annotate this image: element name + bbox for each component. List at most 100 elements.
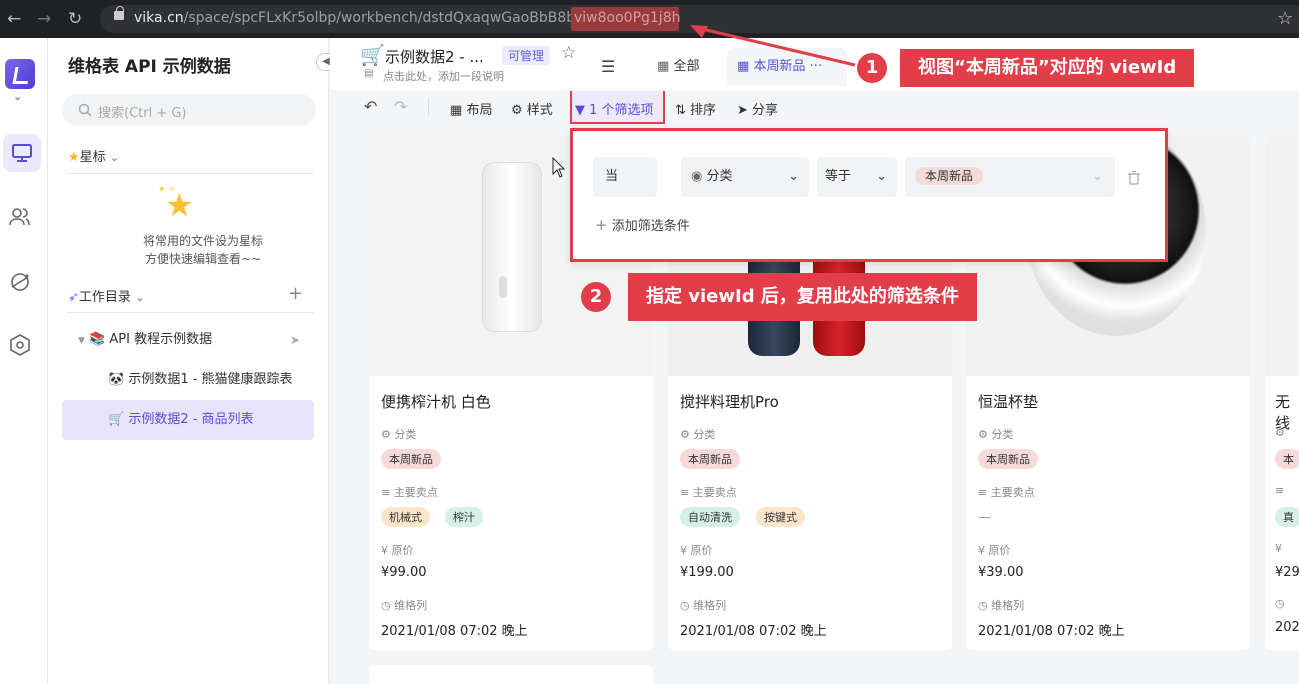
filter-conjunction[interactable]: 当: [593, 157, 657, 197]
share-label: 分享: [752, 103, 779, 118]
empty-star-text: 将常用的文件设为星标 方便快速编辑查看~~: [115, 232, 291, 268]
field-label-category: ⚙ 分类: [978, 428, 1014, 441]
point-tags: 自动清洗 按键式: [680, 507, 940, 527]
rocket-icon: ➶: [68, 290, 79, 305]
add-filter-label: 添加筛选条件: [611, 219, 690, 234]
settings-hexagon-icon[interactable]: [8, 333, 32, 357]
tag: 榨汁: [445, 507, 483, 527]
field-label-price: ¥ 原价: [680, 544, 713, 557]
points-empty: —: [978, 510, 991, 525]
grid-icon: ▦: [657, 59, 670, 74]
filter-panel: 当 ◉ 分类 ⌄ 等于 ⌄ 本周新品 ⌄ + 添加筛选条件: [570, 128, 1168, 262]
chevron-down-icon[interactable]: ⌄: [13, 90, 22, 103]
star-section-label: 星标: [79, 150, 106, 165]
field-label-time: ◷: [1275, 597, 1285, 610]
forward-arrow-icon[interactable]: →: [37, 9, 51, 29]
gallery-card-next-row[interactable]: [369, 665, 653, 684]
tag: 本周新品: [381, 449, 441, 469]
tree-item-label: 示例数据2 - 商品列表: [128, 412, 254, 427]
filter-field-select[interactable]: ◉ 分类 ⌄: [681, 157, 809, 197]
explore-icon[interactable]: [8, 270, 32, 294]
sort-label: 排序: [690, 103, 717, 118]
time-value: 2021/01/08 07:02 晚上: [978, 624, 1125, 639]
product-image: [1265, 136, 1299, 376]
field-label-category: ⚙ 分类: [381, 428, 417, 441]
trash-icon[interactable]: [1128, 171, 1140, 185]
url-host: vika.cn: [134, 10, 184, 26]
permission-badge: 可管理: [502, 46, 551, 65]
chevron-down-icon: ⌄: [109, 151, 120, 164]
field-label-category: ⚙ 分类: [680, 428, 716, 441]
category-tags: 本周新品: [381, 449, 641, 469]
style-button[interactable]: ⚙ 样式: [511, 99, 553, 118]
cart-icon: 🛒: [360, 43, 385, 67]
view-list-icon[interactable]: ☰: [601, 57, 615, 76]
lock-icon: [114, 6, 124, 20]
add-node-icon[interactable]: +: [288, 283, 303, 304]
field-label-price: ¥: [1275, 542, 1282, 555]
share-button[interactable]: ➤ 分享: [737, 99, 778, 118]
add-filter-button[interactable]: + 添加筛选条件: [595, 215, 690, 234]
share-icon: ➤: [737, 103, 748, 118]
sheet-description[interactable]: 点击此处，添加一段说明: [383, 68, 504, 84]
search-placeholder: 搜索(Ctrl + G): [98, 106, 187, 121]
style-label: 样式: [526, 103, 553, 118]
members-icon[interactable]: [8, 205, 32, 229]
vika-logo-icon[interactable]: [5, 59, 35, 89]
time-value: 2021/01/08 07:02 晚上: [680, 624, 827, 639]
reload-icon[interactable]: ↻: [68, 9, 82, 29]
chevron-down-icon: ⌄: [876, 169, 887, 184]
star-section-header[interactable]: ★星标 ⌄: [68, 146, 119, 165]
bookmark-star-icon[interactable]: ☆: [1277, 8, 1293, 29]
tree-item-label: API 教程示例数据: [109, 332, 213, 347]
mouse-cursor-icon: [552, 157, 566, 178]
sort-button[interactable]: ⇅ 排序: [675, 99, 716, 118]
price-value: ¥99.00: [381, 565, 427, 580]
price-value: ¥39.00: [978, 565, 1024, 580]
send-icon[interactable]: ➤: [290, 320, 300, 360]
tag: 自动清洗: [680, 507, 740, 527]
field-label-price: ¥ 原价: [381, 544, 414, 557]
gallery-card-partial[interactable]: 无线 ⚙ 本 ≡ 真 ¥ ¥29 ◷ 202: [1265, 136, 1299, 650]
callout-number-2: 2: [581, 282, 611, 312]
rail-item-workbench[interactable]: [3, 134, 41, 172]
filter-operator-select[interactable]: 等于 ⌄: [817, 157, 897, 197]
folder-icon: 📚: [89, 332, 106, 347]
field-label-points: ≡ 主要卖点: [978, 486, 1035, 499]
tree-item-label: 示例数据1 - 熊猫健康跟踪表: [128, 372, 293, 387]
tag: 本: [1275, 449, 1299, 469]
favorite-star-icon[interactable]: ☆: [561, 43, 576, 63]
funnel-icon: ▼: [575, 103, 585, 118]
back-arrow-icon[interactable]: ←: [7, 9, 21, 29]
redo-icon[interactable]: ↷: [394, 97, 407, 116]
chevron-down-icon: ⌄: [135, 291, 145, 304]
time-value: 2021/01/08 07:02 晚上: [381, 624, 528, 639]
callout-label-2: 指定 viewId 后，复用此处的筛选条件: [628, 273, 977, 321]
url-text[interactable]: vika.cn/space/spcFLxKr5olbp/workbench/ds…: [134, 10, 589, 26]
card-title: 恒温杯垫: [978, 393, 1039, 411]
field-label-category: ⚙: [1275, 426, 1285, 439]
price-value: ¥29: [1275, 565, 1299, 580]
layout-label: 布局: [466, 103, 493, 118]
tag: 本周新品: [680, 449, 740, 469]
url-view-id-highlight: viw8oo0Pg1j8h: [571, 7, 680, 31]
workdir-section-header[interactable]: ➶工作目录 ⌄: [68, 286, 144, 305]
filter-value-select[interactable]: 本周新品 ⌄: [905, 157, 1115, 197]
layout-button[interactable]: ▦ 布局: [450, 99, 492, 118]
undo-icon[interactable]: ↶: [364, 97, 377, 116]
monitor-icon: [12, 144, 32, 162]
filter-button[interactable]: ▼ 1 个筛选项: [575, 99, 654, 118]
point-tags: 机械式 榨汁: [381, 507, 641, 527]
tree-folder-api-tutorial[interactable]: ▼ 📚 API 教程示例数据 ➤: [62, 320, 314, 360]
filter-operator-label: 等于: [825, 169, 852, 184]
category-tags: 本周新品: [978, 449, 1238, 469]
field-label-points: ≡: [1275, 484, 1285, 497]
price-value: ¥199.00: [680, 565, 734, 580]
time-value: 202: [1275, 620, 1299, 635]
tree-item-products[interactable]: 🛒 示例数据2 - 商品列表: [62, 400, 314, 440]
gear-icon: ⚙: [511, 103, 523, 118]
tree-item-panda[interactable]: 🐼 示例数据1 - 熊猫健康跟踪表: [62, 360, 314, 400]
sheet-title[interactable]: 示例数据2 - ...: [385, 46, 484, 67]
category-tags: 本周新品: [680, 449, 940, 469]
category-tags: 本: [1275, 449, 1299, 469]
